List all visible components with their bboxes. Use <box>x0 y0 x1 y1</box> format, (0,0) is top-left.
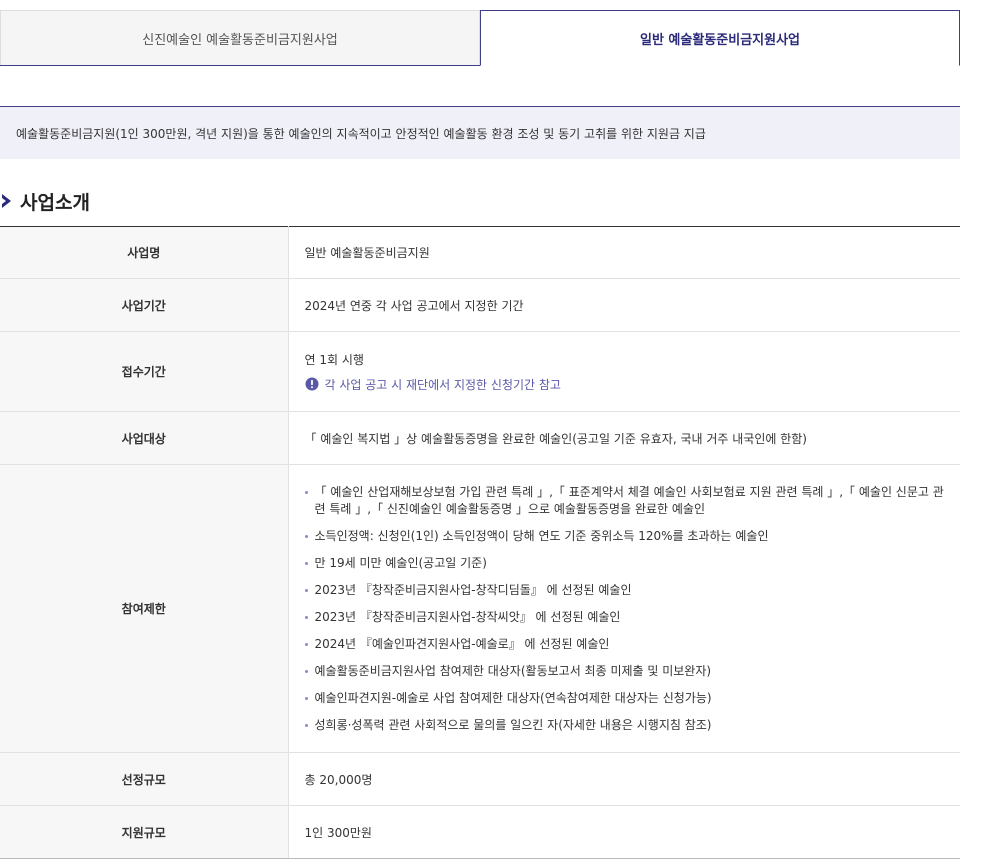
bullet-icon <box>304 723 308 727</box>
list-item: 예술활동준비금지원사업 참여제한 대상자(활동보고서 최종 미제출 및 미보완자… <box>304 663 945 680</box>
table-row: 사업명 일반 예술활동준비금지원 <box>0 226 960 279</box>
tab-general-artist[interactable]: 일반 예술활동준비금지원사업 <box>480 10 960 66</box>
table-row: 선정규모 총 20,000명 <box>0 752 960 806</box>
list-item: 만 19세 미만 예술인(공고일 기준) <box>304 555 945 572</box>
list-item: 2023년 『창작준비금지원사업-창작디딤돌』 에 선정된 예술인 <box>304 582 945 599</box>
row-label-selection-scale: 선정규모 <box>0 752 289 806</box>
row-label-support-scale: 지원규모 <box>0 805 289 859</box>
row-value-restrictions: 「 예술인 산업재해보상보험 가입 관련 특례 」,「 표준계약서 체결 예술인… <box>288 464 960 753</box>
bullet-icon <box>304 561 308 565</box>
row-label-reception-period: 접수기간 <box>0 331 289 412</box>
reception-note-text: 각 사업 공고 시 재단에서 지정한 신청기간 참고 <box>324 377 561 392</box>
row-label-target: 사업대상 <box>0 411 289 465</box>
table-row: 사업기간 2024년 연중 각 사업 공고에서 지정한 기간 <box>0 278 960 332</box>
tab-new-artist[interactable]: 신진예술인 예술활동준비금지원사업 <box>0 10 480 65</box>
bullet-icon <box>304 534 308 538</box>
row-label-business-name: 사업명 <box>0 226 289 279</box>
table-row: 참여제한 「 예술인 산업재해보상보험 가입 관련 특례 」,「 표준계약서 체… <box>0 464 960 753</box>
list-item: 예술인파견지원-예술로 사업 참여제한 대상자(연속참여제한 대상자는 신청가능… <box>304 690 945 707</box>
list-item: 2023년 『창작준비금지원사업-창작씨앗』 에 선정된 예술인 <box>304 609 945 626</box>
section-title: 사업소개 <box>20 191 90 214</box>
table-row: 지원규모 1인 300만원 <box>0 805 960 859</box>
row-label-business-period: 사업기간 <box>0 278 289 332</box>
bullet-icon <box>304 490 308 494</box>
bullet-icon <box>304 669 308 673</box>
table-row: 접수기간 연 1회 시행 각 사업 공고 시 재단에서 지정한 신청기간 참고 <box>0 331 960 412</box>
row-value-business-period: 2024년 연중 각 사업 공고에서 지정한 기간 <box>288 278 960 332</box>
chevron-right-icon <box>2 194 11 208</box>
section-heading: 사업소개 <box>0 188 90 214</box>
list-item: 성희롱·성폭력 관련 사회적으로 물의를 일으킨 자(자세한 내용은 시행지침 … <box>304 717 945 734</box>
reception-note: 각 사업 공고 시 재단에서 지정한 신청기간 참고 <box>305 376 945 393</box>
table-row: 사업대상 「 예술인 복지법 」상 예술활동증명을 완료한 예술인(공고일 기준… <box>0 411 960 465</box>
list-item: 「 예술인 산업재해보상보험 가입 관련 특례 」,「 표준계약서 체결 예술인… <box>304 484 945 518</box>
row-value-selection-scale: 총 20,000명 <box>288 752 960 806</box>
bullet-icon <box>304 615 308 619</box>
exclamation-icon <box>305 377 318 391</box>
bullet-icon <box>304 588 308 592</box>
row-value-business-name: 일반 예술활동준비금지원 <box>288 226 960 279</box>
business-info-table: 사업명 일반 예술활동준비금지원 사업기간 2024년 연중 각 사업 공고에서… <box>0 226 960 859</box>
reception-period-text: 연 1회 시행 <box>304 352 364 367</box>
list-item: 소득인정액: 신청인(1인) 소득인정액이 당해 연도 기준 중위소득 120%… <box>304 528 945 545</box>
row-value-target: 「 예술인 복지법 」상 예술활동증명을 완료한 예술인(공고일 기준 유효자,… <box>288 411 960 465</box>
row-value-reception-period: 연 1회 시행 각 사업 공고 시 재단에서 지정한 신청기간 참고 <box>288 331 960 412</box>
bullet-icon <box>304 696 308 700</box>
restrictions-list: 「 예술인 산업재해보상보험 가입 관련 특례 」,「 표준계약서 체결 예술인… <box>304 480 945 738</box>
row-label-restrictions: 참여제한 <box>0 464 289 753</box>
tab-bar: 신진예술인 예술활동준비금지원사업 일반 예술활동준비금지원사업 <box>0 10 960 66</box>
list-item: 2024년 『예술인파견지원사업-예술로』 에 선정된 예술인 <box>304 636 945 653</box>
bullet-icon <box>304 642 308 646</box>
intro-text: 예술활동준비금지원(1인 300만원, 격년 지원)을 통한 예술인의 지속적이… <box>16 126 706 141</box>
intro-banner: 예술활동준비금지원(1인 300만원, 격년 지원)을 통한 예술인의 지속적이… <box>0 106 960 159</box>
row-value-support-scale: 1인 300만원 <box>288 805 960 859</box>
